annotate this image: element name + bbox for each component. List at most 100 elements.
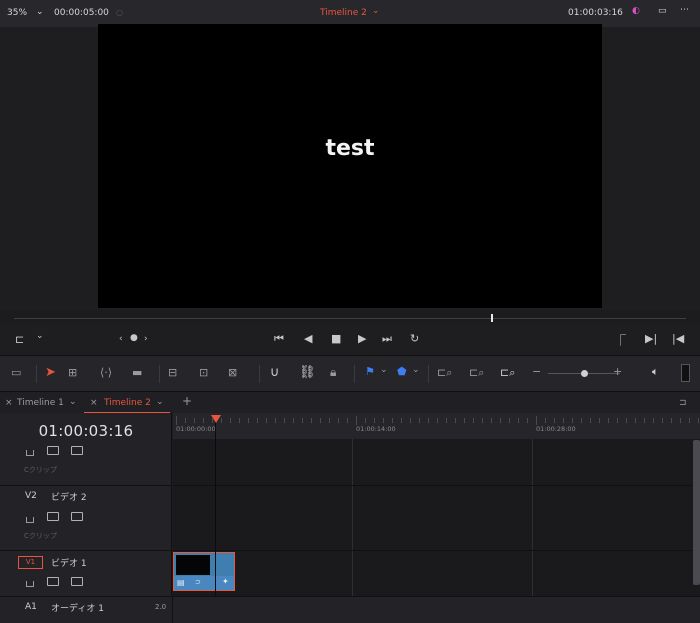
ruler-tick [473,418,474,423]
tab-timeline-1[interactable]: Timeline 1 [17,392,64,414]
next-edit-icon[interactable]: ▶| [645,332,657,345]
toolbar-divider [354,365,355,383]
stop-icon[interactable]: ■ [331,332,341,345]
ruler-tick [347,418,348,423]
position-lock-icon[interactable]: 🔒︎ [330,365,336,380]
auto-select-icon[interactable] [47,512,59,521]
trim-tool-icon[interactable]: ⊞ [68,366,77,379]
close-tab-icon[interactable]: × [5,392,13,414]
dynamic-trim-icon[interactable]: ⟨·⟩ [100,366,112,379]
clip-fx-icon: ⊃ [195,578,201,586]
timeline-vertical-scrollbar[interactable] [693,440,700,585]
chevron-down-icon[interactable]: ⌄ [372,6,380,16]
zoom-custom-icon[interactable]: ⊏⌕ [500,366,515,380]
play-reverse-icon[interactable]: ◀ [304,332,312,345]
blade-tool-icon[interactable]: ▬ [132,366,142,379]
edit-toolbar: ▭ ➤ ⊞ ⟨·⟩ ▬ ⊟ ⊡ ⊠ ∪ ⛓ 🔒︎ ⚑ ⌄ ⬟ ⌄ ⊏⌕ ⊏⌕ ⊏… [0,355,700,391]
timeline-options-icon[interactable]: ⊐ [679,392,687,414]
video-clip[interactable]: ▤ ⊃ ✦ [173,552,235,591]
jog-dot-icon[interactable]: ● [130,333,138,343]
zoom-dropdown[interactable]: 35% [7,8,27,18]
ruler-tick [293,418,294,423]
chevron-down-icon[interactable]: ⌄ [36,7,44,17]
replace-clip-icon[interactable]: ⊠ [228,366,237,379]
ruler-tick [401,418,402,423]
zoom-in-icon[interactable]: + [613,365,622,378]
dual-screen-icon[interactable]: ▭ [658,6,667,16]
viewer-top-bar: 35% ⌄ 00:00:05:00 ○ Timeline 2 ⌄ 01:00:0… [0,0,700,27]
playhead-handle[interactable] [211,415,221,423]
audio-meter [681,364,690,382]
zoom-out-icon[interactable]: − [532,365,541,378]
insert-clip-icon[interactable]: ⊟ [168,366,177,379]
source-timecode[interactable]: 00:00:05:00 [54,8,109,18]
timeline-track-area[interactable]: 01:00:00:00 01:00:14:00 01:00:28:00 ▤ ⊃ … [173,413,700,623]
chevron-down-icon[interactable]: ⌄ [412,365,420,375]
ruler-tick [356,416,357,425]
timeline-playhead[interactable] [215,415,216,623]
lock-track-icon[interactable] [26,450,34,456]
chevron-down-icon[interactable]: ⌄ [36,331,44,341]
track-visibility-icon[interactable] [71,512,83,521]
track-name-v2[interactable]: ビデオ 2 [51,490,87,503]
viewer-canvas[interactable]: test [98,24,602,308]
timeline-view-options-icon[interactable]: ▭ [11,366,21,379]
color-wheel-icon[interactable]: ◐ [632,6,640,16]
ruler-tick [230,418,231,423]
zoom-full-icon[interactable]: ⊏⌕ [437,366,452,380]
track-name-a1[interactable]: オーディオ 1 [51,601,104,614]
snapping-icon[interactable]: ∪ [270,365,280,380]
ruler-tick [221,418,222,423]
lock-track-icon[interactable] [26,517,34,523]
go-to-end-icon[interactable]: ⏭ [382,332,392,346]
add-timeline-tab-icon[interactable]: + [182,391,192,413]
linked-selection-icon[interactable]: ⛓ [299,365,316,380]
ruler-tick [248,418,249,423]
go-to-start-icon[interactable]: ⏮ [274,332,284,346]
track-visibility-icon[interactable] [71,577,83,586]
lock-track-icon[interactable] [26,581,34,587]
overwrite-clip-icon[interactable]: ⊡ [199,366,208,379]
clip-thumbnail [176,555,210,575]
selection-tool-icon[interactable]: ➤ [45,365,56,380]
clip-sparkle-icon: ✦ [222,577,229,586]
viewer-mode-icon[interactable]: ⊏ [15,333,24,346]
marker-icon[interactable]: ⬟ [397,365,407,378]
ruler-tick [491,418,492,423]
ruler-tick [374,418,375,423]
zoom-slider-handle[interactable] [581,370,588,377]
track-visibility-icon[interactable] [71,446,83,455]
tab-timeline-2[interactable]: Timeline 2 [104,392,151,414]
timeline-timecode[interactable]: 01:00:03:16 [0,422,172,440]
scrubber-track[interactable] [14,318,686,319]
track-divider [172,597,173,623]
scrubber-playhead[interactable] [491,314,493,322]
ruler-tick [608,418,609,423]
match-frame-icon[interactable]: ⎾ [615,332,626,348]
close-tab-icon[interactable]: × [90,392,98,414]
prev-edit-icon[interactable]: |◀ [672,332,684,345]
ruler-tick [662,418,663,423]
more-options-icon[interactable]: ⋯ [680,5,689,15]
chevron-down-icon[interactable]: ⌄ [69,391,77,413]
dot-icon: ○ [116,8,123,17]
audio-volume-icon[interactable]: 🔈︎ [652,365,659,379]
chevron-down-icon[interactable]: ⌄ [380,365,388,375]
chevron-down-icon[interactable]: ⌄ [156,391,164,413]
auto-select-icon[interactable] [47,446,59,455]
play-icon[interactable]: ▶ [358,332,366,345]
ruler-tick [437,418,438,423]
viewer-title-text: test [325,136,375,161]
track-name-v1[interactable]: ビデオ 1 [51,556,87,569]
track-id-v1[interactable]: V1 [18,556,43,569]
ruler-tick [329,418,330,423]
jog-right-icon[interactable]: › [144,334,148,344]
loop-icon[interactable]: ↻ [410,332,419,345]
flag-icon[interactable]: ⚑ [365,365,375,378]
record-timecode[interactable]: 01:00:03:16 [568,8,623,18]
auto-select-icon[interactable] [47,577,59,586]
zoom-detail-icon[interactable]: ⊏⌕ [469,366,484,380]
timeline-name-dropdown[interactable]: Timeline 2 [320,8,367,18]
jog-left-icon[interactable]: ‹ [119,334,123,344]
timeline-ruler[interactable]: 01:00:00:00 01:00:14:00 01:00:28:00 [173,413,700,439]
